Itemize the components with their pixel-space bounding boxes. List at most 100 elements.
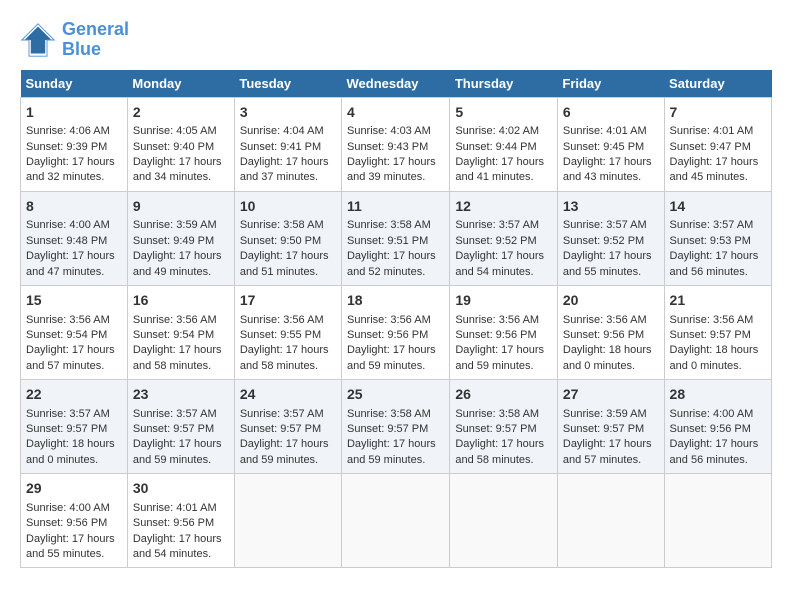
daylight: Daylight: 17 hours and 59 minutes.: [347, 438, 436, 465]
sunset: Sunset: 9:39 PM: [26, 141, 107, 153]
daylight: Daylight: 17 hours and 41 minutes.: [455, 156, 544, 183]
day-number: 7: [670, 103, 766, 123]
sunrise: Sunrise: 3:59 AM: [563, 408, 647, 420]
daylight: Daylight: 18 hours and 0 minutes.: [563, 344, 652, 371]
sunset: Sunset: 9:56 PM: [26, 517, 107, 529]
sunset: Sunset: 9:49 PM: [133, 235, 214, 247]
day-number: 23: [133, 385, 229, 405]
sunrise: Sunrise: 4:05 AM: [133, 125, 217, 137]
sunrise: Sunrise: 3:56 AM: [26, 314, 110, 326]
daylight: Daylight: 17 hours and 43 minutes.: [563, 156, 652, 183]
sunrise: Sunrise: 4:00 AM: [26, 502, 110, 514]
logo-text: General Blue: [62, 20, 129, 60]
calendar-cell: 8Sunrise: 4:00 AMSunset: 9:48 PMDaylight…: [21, 191, 128, 285]
sunset: Sunset: 9:43 PM: [347, 141, 428, 153]
sunset: Sunset: 9:56 PM: [133, 517, 214, 529]
calendar-cell: 12Sunrise: 3:57 AMSunset: 9:52 PMDayligh…: [450, 191, 558, 285]
daylight: Daylight: 17 hours and 34 minutes.: [133, 156, 222, 183]
day-number: 21: [670, 291, 766, 311]
day-number: 26: [455, 385, 552, 405]
daylight: Daylight: 17 hours and 47 minutes.: [26, 250, 115, 277]
week-row-4: 22 Sunrise: 3:57 AM Sunset: 9:57 PM Dayligh…: [21, 380, 772, 474]
day-number: 28: [670, 385, 766, 405]
sunrise: Sunrise: 3:56 AM: [347, 314, 431, 326]
col-header-tuesday: Tuesday: [234, 70, 341, 98]
calendar-cell: 22Sunrise: 3:57 AMSunset: 9:57 PMDayligh…: [21, 380, 128, 474]
day-number: 10: [240, 197, 336, 217]
sunset: Sunset: 9:41 PM: [240, 141, 321, 153]
sunrise: Sunrise: 3:58 AM: [455, 408, 539, 420]
daylight: Daylight: 17 hours and 39 minutes.: [347, 156, 436, 183]
calendar-cell: [234, 474, 341, 568]
sunrise: Sunrise: 4:06 AM: [26, 125, 110, 137]
calendar-cell: 19Sunrise: 3:56 AMSunset: 9:56 PMDayligh…: [450, 285, 558, 379]
sunrise: Sunrise: 4:01 AM: [133, 502, 217, 514]
daylight: Daylight: 17 hours and 57 minutes.: [563, 438, 652, 465]
sunrise: Sunrise: 4:02 AM: [455, 125, 539, 137]
day-number: 29: [26, 479, 122, 499]
header: General Blue: [20, 20, 772, 60]
calendar-cell: 24Sunrise: 3:57 AMSunset: 9:57 PMDayligh…: [234, 380, 341, 474]
calendar-cell: 2Sunrise: 4:05 AMSunset: 9:40 PMDaylight…: [127, 97, 234, 191]
sunrise: Sunrise: 3:58 AM: [240, 219, 324, 231]
daylight: Daylight: 17 hours and 45 minutes.: [670, 156, 759, 183]
sunrise: Sunrise: 3:57 AM: [240, 408, 324, 420]
sunrise: Sunrise: 3:56 AM: [133, 314, 217, 326]
day-number: 14: [670, 197, 766, 217]
day-number: 12: [455, 197, 552, 217]
daylight: Daylight: 17 hours and 57 minutes.: [26, 344, 115, 371]
calendar-cell: [557, 474, 664, 568]
sunset: Sunset: 9:45 PM: [563, 141, 644, 153]
sunrise: Sunrise: 4:03 AM: [347, 125, 431, 137]
daylight: Daylight: 17 hours and 55 minutes.: [563, 250, 652, 277]
col-header-wednesday: Wednesday: [341, 70, 449, 98]
day-number: 13: [563, 197, 659, 217]
daylight: Daylight: 17 hours and 59 minutes.: [133, 438, 222, 465]
daylight: Daylight: 17 hours and 58 minutes.: [240, 344, 329, 371]
calendar-cell: 5 Sunrise: 4:02 AM Sunset: 9:44 PM Daylight…: [450, 97, 558, 191]
sunrise: Sunrise: 3:58 AM: [347, 408, 431, 420]
day-number: 19: [455, 291, 552, 311]
sunset: Sunset: 9:56 PM: [347, 329, 428, 341]
day-number: 6: [563, 103, 659, 123]
calendar-cell: 15Sunrise: 3:56 AMSunset: 9:54 PMDayligh…: [21, 285, 128, 379]
daylight: Daylight: 17 hours and 37 minutes.: [240, 156, 329, 183]
day-number: 9: [133, 197, 229, 217]
calendar-cell: 23Sunrise: 3:57 AMSunset: 9:57 PMDayligh…: [127, 380, 234, 474]
sunrise: Sunrise: 3:57 AM: [455, 219, 539, 231]
sunset: Sunset: 9:57 PM: [133, 423, 214, 435]
daylight: Daylight: 17 hours and 54 minutes.: [455, 250, 544, 277]
daylight: Daylight: 17 hours and 54 minutes.: [133, 533, 222, 560]
day-number: 24: [240, 385, 336, 405]
daylight: Daylight: 17 hours and 59 minutes.: [240, 438, 329, 465]
calendar-cell: 11Sunrise: 3:58 AMSunset: 9:51 PMDayligh…: [341, 191, 449, 285]
col-header-monday: Monday: [127, 70, 234, 98]
day-number: 1: [26, 103, 122, 123]
sunset: Sunset: 9:54 PM: [133, 329, 214, 341]
calendar-cell: 18Sunrise: 3:56 AMSunset: 9:56 PMDayligh…: [341, 285, 449, 379]
day-number: 5: [455, 103, 552, 123]
sunset: Sunset: 9:57 PM: [347, 423, 428, 435]
daylight: Daylight: 17 hours and 59 minutes.: [455, 344, 544, 371]
calendar-cell: 16Sunrise: 3:56 AMSunset: 9:54 PMDayligh…: [127, 285, 234, 379]
calendar-cell: 4Sunrise: 4:03 AMSunset: 9:43 PMDaylight…: [341, 97, 449, 191]
sunrise: Sunrise: 4:01 AM: [563, 125, 647, 137]
sunrise: Sunrise: 4:00 AM: [26, 219, 110, 231]
daylight: Daylight: 17 hours and 56 minutes.: [670, 250, 759, 277]
sunrise: Sunrise: 4:00 AM: [670, 408, 754, 420]
day-number: 16: [133, 291, 229, 311]
day-number: 27: [563, 385, 659, 405]
sunrise: Sunrise: 3:57 AM: [563, 219, 647, 231]
sunset: Sunset: 9:44 PM: [455, 141, 536, 153]
daylight: Daylight: 17 hours and 56 minutes.: [670, 438, 759, 465]
daylight: Daylight: 17 hours and 49 minutes.: [133, 250, 222, 277]
day-number: 22: [26, 385, 122, 405]
sunrise: Sunrise: 3:56 AM: [563, 314, 647, 326]
week-row-5: 29 Sunrise: 4:00 AM Sunset: 9:56 PM Dayligh…: [21, 474, 772, 568]
sunset: Sunset: 9:52 PM: [563, 235, 644, 247]
logo: General Blue: [20, 20, 129, 60]
sunrise: Sunrise: 3:59 AM: [133, 219, 217, 231]
calendar-cell: 17Sunrise: 3:56 AMSunset: 9:55 PMDayligh…: [234, 285, 341, 379]
day-number: 2: [133, 103, 229, 123]
day-number: 20: [563, 291, 659, 311]
